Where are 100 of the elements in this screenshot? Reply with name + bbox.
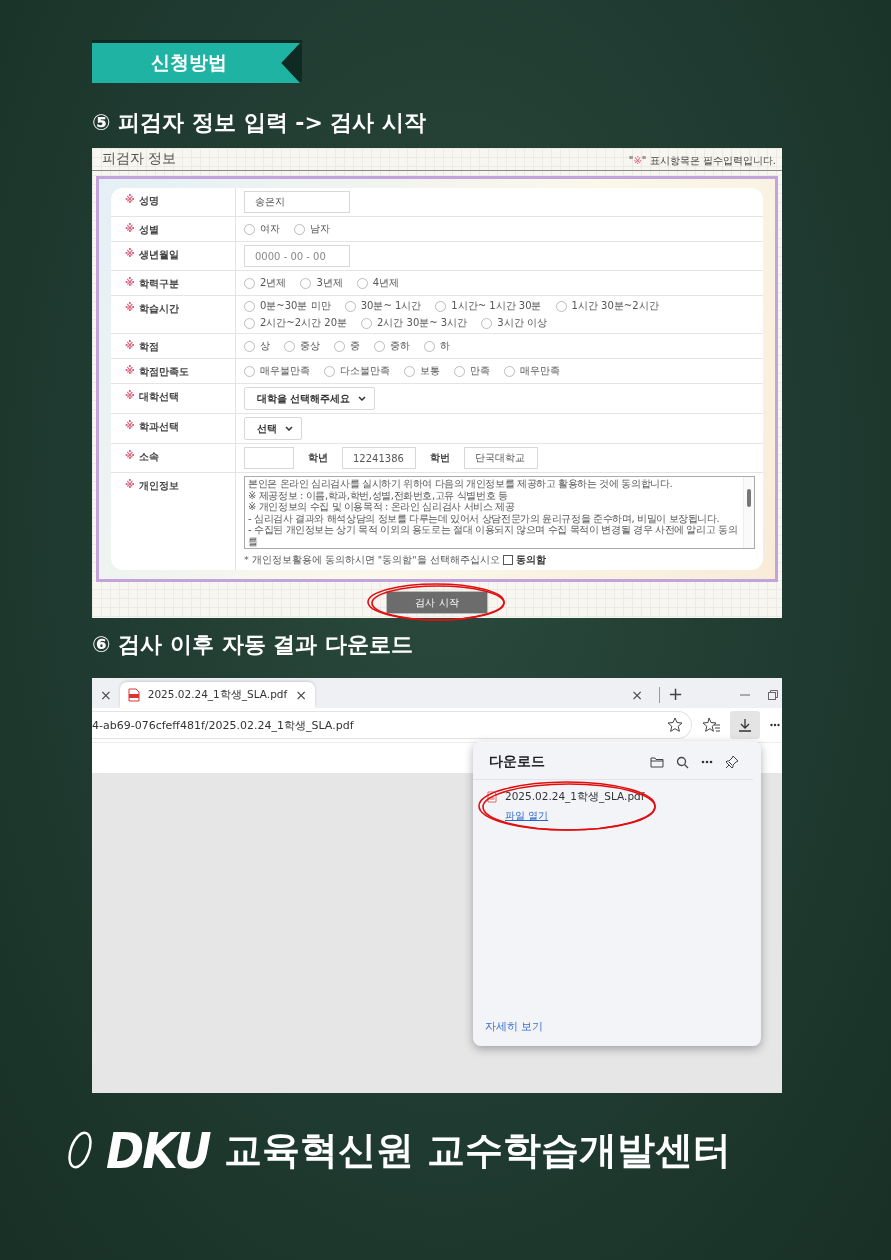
scrollbar[interactable]	[743, 477, 754, 548]
terms-line: ※ 개인정보의 수집 및 이용목적 : 온라인 심리검사 서비스 제공	[248, 501, 516, 513]
panel-title: 다운로드	[489, 753, 545, 771]
option-label: 4년제	[372, 276, 400, 290]
radio-button[interactable]	[244, 365, 255, 377]
option-label: 1시간~ 1시간 30분	[451, 299, 542, 313]
field-label: 학과선택	[138, 420, 179, 434]
option-label: 하	[440, 339, 450, 353]
field-label: 개인정보	[138, 479, 179, 493]
radio-button[interactable]	[404, 365, 415, 377]
pdf-file-icon	[487, 791, 497, 803]
browser-tab[interactable]: ×	[314, 682, 651, 708]
step-heading: ⑤ 피검자 정보 입력 -> 검사 시작	[92, 109, 427, 137]
radio-button[interactable]	[435, 300, 447, 312]
terms-line: 본인은 온라인 심리검사를 실시하기 위하여 다음의 개인정보를 제공하고 활용하는 것에 동의합니다.	[248, 478, 674, 490]
input-field[interactable]: 12241386	[342, 447, 416, 469]
radio-button[interactable]	[356, 277, 368, 289]
close-tab-button[interactable]: ×	[631, 687, 643, 703]
required-mark: ※	[125, 302, 135, 313]
file-name: 2025.02.24_1학생_SLA.pdf	[505, 790, 645, 804]
input-field[interactable]	[244, 447, 294, 469]
required-mark: ※	[125, 420, 135, 431]
search-icon[interactable]	[676, 755, 689, 769]
more-icon[interactable]	[770, 723, 780, 727]
input-field[interactable]: 단국대학교	[464, 447, 538, 469]
radio-button[interactable]	[244, 340, 255, 352]
browser-tab[interactable]: ×	[92, 682, 120, 708]
field-label: 학번	[430, 451, 450, 465]
radio-button[interactable]	[244, 317, 255, 329]
option-label: 3년제	[316, 276, 343, 290]
consent-hint: * 개인정보활용에 동의하시면 "동의함"을 선택해주십시오	[244, 553, 500, 567]
dropdown[interactable]: 대학을 선택해주세요	[244, 387, 376, 410]
terms-line: ※ 제공정보 : 이름,학과,학번,성별,전화번호,고유 식별번호 등	[248, 489, 509, 501]
more-icon[interactable]	[701, 760, 713, 764]
favorites-icon[interactable]	[702, 717, 720, 733]
tab-title: 2025.02.24_1학생_SLA.pdf	[147, 688, 288, 702]
required-mark: ※	[125, 248, 135, 259]
option-label: 만족	[470, 364, 490, 378]
option-label: 다소불만족	[340, 364, 390, 378]
terms-line: - 심리검사 결과와 해석상담의 정보를 다루는데 있어서 상담전문가의 윤리규정을 준수하며, 비밀이 보장됩니다.	[248, 512, 721, 524]
radio-button[interactable]	[300, 277, 312, 289]
dropdown[interactable]: 선택	[244, 417, 302, 440]
star-icon[interactable]	[667, 717, 683, 733]
field-label: 대학선택	[138, 390, 179, 404]
option-label: 보통	[420, 364, 440, 378]
caret-icon	[285, 426, 293, 431]
folder-icon[interactable]	[650, 756, 664, 768]
start-test-button[interactable]: 검사 시작	[386, 591, 488, 614]
download-button[interactable]	[730, 711, 760, 739]
input-field[interactable]: 송은지	[244, 191, 350, 213]
see-more-link[interactable]: 자세히 보기	[473, 1019, 761, 1046]
radio-button[interactable]	[454, 365, 465, 377]
radio-button[interactable]	[481, 317, 493, 329]
option-label: 매우불만족	[260, 364, 310, 378]
new-tab-button[interactable]: +	[667, 683, 683, 704]
caret-icon	[358, 396, 367, 401]
radio-button[interactable]	[334, 340, 345, 352]
checkbox[interactable]	[502, 555, 513, 565]
required-note: "※" 표시항목은 필수입력입니다.	[628, 154, 776, 168]
step-heading: ⑥ 검사 이후 자동 결과 다운로드	[92, 631, 413, 659]
radio-button[interactable]	[284, 340, 295, 352]
radio-button[interactable]	[244, 223, 255, 235]
option-label: 2시간 30분~ 3시간	[377, 316, 468, 330]
close-tab-button[interactable]: ×	[295, 687, 307, 703]
restore-icon[interactable]	[768, 690, 778, 700]
radio-button[interactable]	[424, 340, 435, 352]
logo-mark: DKU	[106, 1120, 210, 1180]
download-icon	[738, 718, 752, 732]
radio-button[interactable]	[244, 300, 255, 312]
radio-button[interactable]	[244, 277, 255, 289]
option-label: 상	[260, 339, 270, 353]
required-mark: ※	[125, 365, 135, 376]
close-tab-button[interactable]: ×	[100, 687, 112, 703]
radio-button[interactable]	[324, 365, 335, 377]
open-file-link[interactable]: 파일 열기	[505, 809, 549, 823]
radio-button[interactable]	[374, 340, 385, 352]
browser-tab[interactable]: 2025.02.24_1학생_SLA.pdf ×	[119, 682, 315, 708]
option-label: 2시간~2시간 20분	[260, 316, 347, 330]
section-badge: 신청방법	[92, 43, 300, 83]
field-label: 학년	[308, 451, 328, 465]
form-title: 피검자 정보	[102, 150, 177, 168]
radio-button[interactable]	[504, 365, 515, 377]
radio-button[interactable]	[294, 223, 305, 235]
field-label: 학점	[138, 340, 159, 354]
terms-line: - 수집된 개인정보는 상기 목적 이외의 용도로는 절대 이용되지 않으며 수집 목적이 변경될 경우 사전에 알리고 동의를	[248, 524, 739, 547]
option-label: 2년제	[260, 276, 287, 290]
radio-button[interactable]	[361, 317, 372, 329]
option-label: 여자	[260, 222, 280, 236]
field-label: 성별	[138, 223, 159, 237]
terms-text-box[interactable]	[244, 476, 755, 549]
option-label: 30분~ 1시간	[360, 299, 422, 313]
pin-icon[interactable]	[725, 755, 739, 769]
center-name: 교육혁신원 교수학습개발센터	[223, 1126, 731, 1174]
required-mark: ※	[125, 277, 135, 288]
option-label: 중상	[300, 339, 320, 353]
option-label: 중하	[390, 339, 410, 353]
radio-button[interactable]	[555, 300, 567, 312]
required-mark: ※	[125, 340, 135, 351]
input-field[interactable]: 0000 - 00 - 00	[244, 245, 350, 267]
radio-button[interactable]	[344, 300, 356, 312]
